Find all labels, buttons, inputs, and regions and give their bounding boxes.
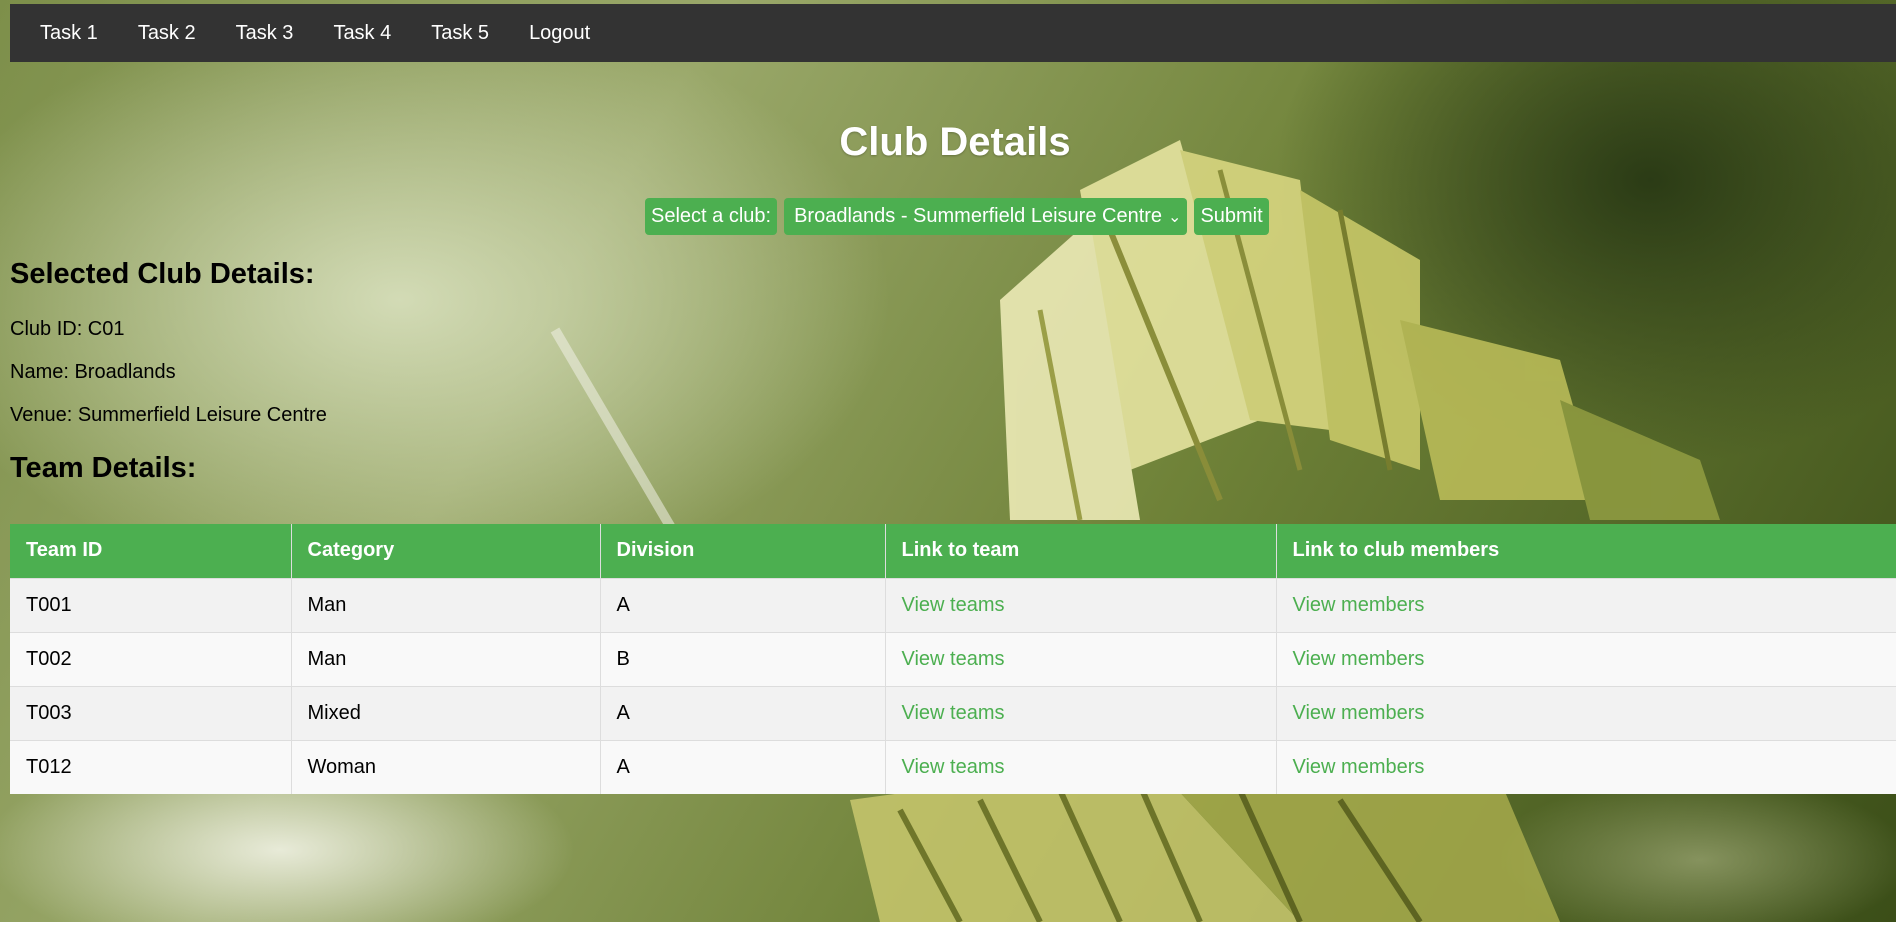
table-row: T001 Man A View teams View members <box>10 577 1896 632</box>
view-members-link[interactable]: View members <box>1293 594 1425 616</box>
cell-team-id: T003 <box>10 685 292 740</box>
cell-team-link: View teams <box>885 631 1277 686</box>
club-select-value: Broadlands - Summerfield Leisure Centre <box>794 205 1163 227</box>
cell-members-link: View members <box>1276 739 1896 794</box>
cell-category: Mixed <box>291 685 601 740</box>
cell-team-id: T002 <box>10 631 292 686</box>
view-teams-link[interactable]: View teams <box>902 702 1005 724</box>
view-teams-link[interactable]: View teams <box>902 594 1005 616</box>
club-select-form: Select a club: Broadlands - Summerfield … <box>645 198 1269 235</box>
cell-division: A <box>600 739 886 794</box>
view-teams-link[interactable]: View teams <box>902 756 1005 778</box>
nav-task-3[interactable]: Task 3 <box>216 4 314 62</box>
nav-task-1[interactable]: Task 1 <box>20 4 118 62</box>
club-select-label: Select a club: <box>645 198 778 235</box>
table-row: T012 Woman A View teams View members <box>10 739 1896 794</box>
submit-button[interactable]: Submit <box>1194 198 1269 235</box>
selected-club-heading: Selected Club Details: <box>10 258 315 290</box>
cell-category: Man <box>291 631 601 686</box>
cell-members-link: View members <box>1276 685 1896 740</box>
cell-category: Woman <box>291 739 601 794</box>
club-venue-text: Venue: Summerfield Leisure Centre <box>10 404 327 426</box>
table-row: T003 Mixed A View teams View members <box>10 685 1896 740</box>
cell-team-link: View teams <box>885 739 1277 794</box>
cell-division: B <box>600 631 886 686</box>
col-header-division: Division <box>600 524 886 578</box>
view-members-link[interactable]: View members <box>1293 702 1425 724</box>
view-teams-link[interactable]: View teams <box>902 648 1005 670</box>
page-title: Club Details <box>839 120 1071 164</box>
table-header-row: Team ID Category Division Link to team L… <box>10 524 1896 578</box>
team-table: Team ID Category Division Link to team L… <box>10 524 1896 794</box>
cell-members-link: View members <box>1276 577 1896 632</box>
nav-task-2[interactable]: Task 2 <box>118 4 216 62</box>
club-name-text: Name: Broadlands <box>10 361 176 383</box>
cell-team-id: T012 <box>10 739 292 794</box>
page: Task 1 Task 2 Task 3 Task 4 Task 5 Logou… <box>0 0 1896 925</box>
cell-division: A <box>600 685 886 740</box>
nav-task-4[interactable]: Task 4 <box>313 4 411 62</box>
cell-team-link: View teams <box>885 577 1277 632</box>
cell-team-id: T001 <box>10 577 292 632</box>
col-header-team-id: Team ID <box>10 524 292 578</box>
chevron-down-icon: ⌄ <box>1168 208 1182 226</box>
cell-team-link: View teams <box>885 685 1277 740</box>
nav-task-5[interactable]: Task 5 <box>411 4 509 62</box>
cell-division: A <box>600 577 886 632</box>
nav-logout[interactable]: Logout <box>509 4 610 62</box>
col-header-link-to-team: Link to team <box>885 524 1277 578</box>
cell-members-link: View members <box>1276 631 1896 686</box>
team-details-heading: Team Details: <box>10 452 197 484</box>
top-navbar: Task 1 Task 2 Task 3 Task 4 Task 5 Logou… <box>10 4 1896 62</box>
view-members-link[interactable]: View members <box>1293 648 1425 670</box>
col-header-link-to-members: Link to club members <box>1276 524 1896 578</box>
col-header-category: Category <box>291 524 601 578</box>
table-row: T002 Man B View teams View members <box>10 631 1896 686</box>
view-members-link[interactable]: View members <box>1293 756 1425 778</box>
club-select-dropdown[interactable]: Broadlands - Summerfield Leisure Centre … <box>784 198 1188 235</box>
club-id-text: Club ID: C01 <box>10 318 125 340</box>
cell-category: Man <box>291 577 601 632</box>
